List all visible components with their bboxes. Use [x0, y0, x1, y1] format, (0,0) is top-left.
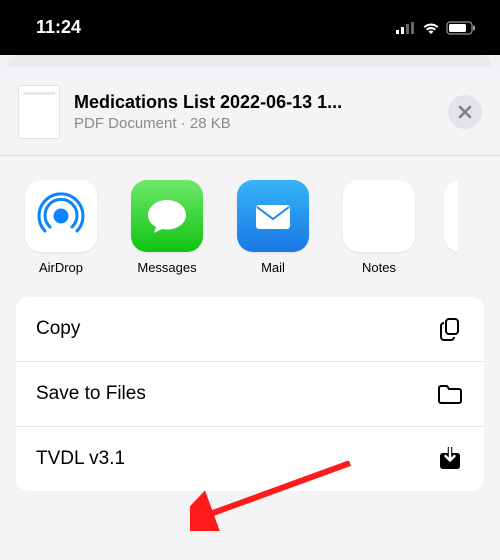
sheet-backdrop: [8, 55, 492, 67]
share-apps-row[interactable]: AirDrop Messages Mail Notes: [0, 156, 500, 297]
app-label: Messages: [137, 260, 196, 275]
wifi-icon: [422, 21, 440, 34]
document-subtitle: PDF Document · 28 KB: [74, 115, 434, 132]
document-thumbnail: [18, 85, 60, 139]
app-label: Mail: [261, 260, 285, 275]
document-header: Medications List 2022-06-13 1... PDF Doc…: [0, 67, 500, 156]
action-list: Copy Save to Files TVDL v3.1: [16, 297, 484, 491]
messages-icon: [131, 180, 203, 252]
download-icon: [436, 445, 464, 473]
notes-icon: [343, 180, 415, 252]
app-label: Notes: [362, 260, 396, 275]
document-info: Medications List 2022-06-13 1... PDF Doc…: [74, 92, 434, 132]
status-time: 11:24: [36, 17, 81, 38]
action-save-to-files[interactable]: Save to Files: [16, 362, 484, 427]
action-tvdl[interactable]: TVDL v3.1: [16, 427, 484, 491]
app-label: AirDrop: [39, 260, 83, 275]
document-title: Medications List 2022-06-13 1...: [74, 92, 434, 113]
status-icons: [396, 21, 476, 35]
airdrop-icon: [25, 180, 97, 252]
cellular-icon: [396, 22, 416, 34]
app-notes[interactable]: Notes: [338, 180, 420, 275]
close-button[interactable]: [448, 95, 482, 129]
mail-icon: [237, 180, 309, 252]
share-sheet: Medications List 2022-06-13 1... PDF Doc…: [0, 67, 500, 560]
app-airdrop[interactable]: AirDrop: [20, 180, 102, 275]
action-label: TVDL v3.1: [36, 448, 125, 470]
action-label: Copy: [36, 318, 80, 340]
app-partial[interactable]: [444, 180, 458, 275]
battery-icon: [446, 21, 476, 35]
action-copy[interactable]: Copy: [16, 297, 484, 362]
action-label: Save to Files: [36, 383, 146, 405]
close-icon: [458, 105, 472, 119]
app-mail[interactable]: Mail: [232, 180, 314, 275]
drive-icon: [444, 180, 458, 252]
app-messages[interactable]: Messages: [126, 180, 208, 275]
folder-icon: [436, 380, 464, 408]
copy-icon: [436, 315, 464, 343]
status-bar: 11:24: [0, 0, 500, 55]
